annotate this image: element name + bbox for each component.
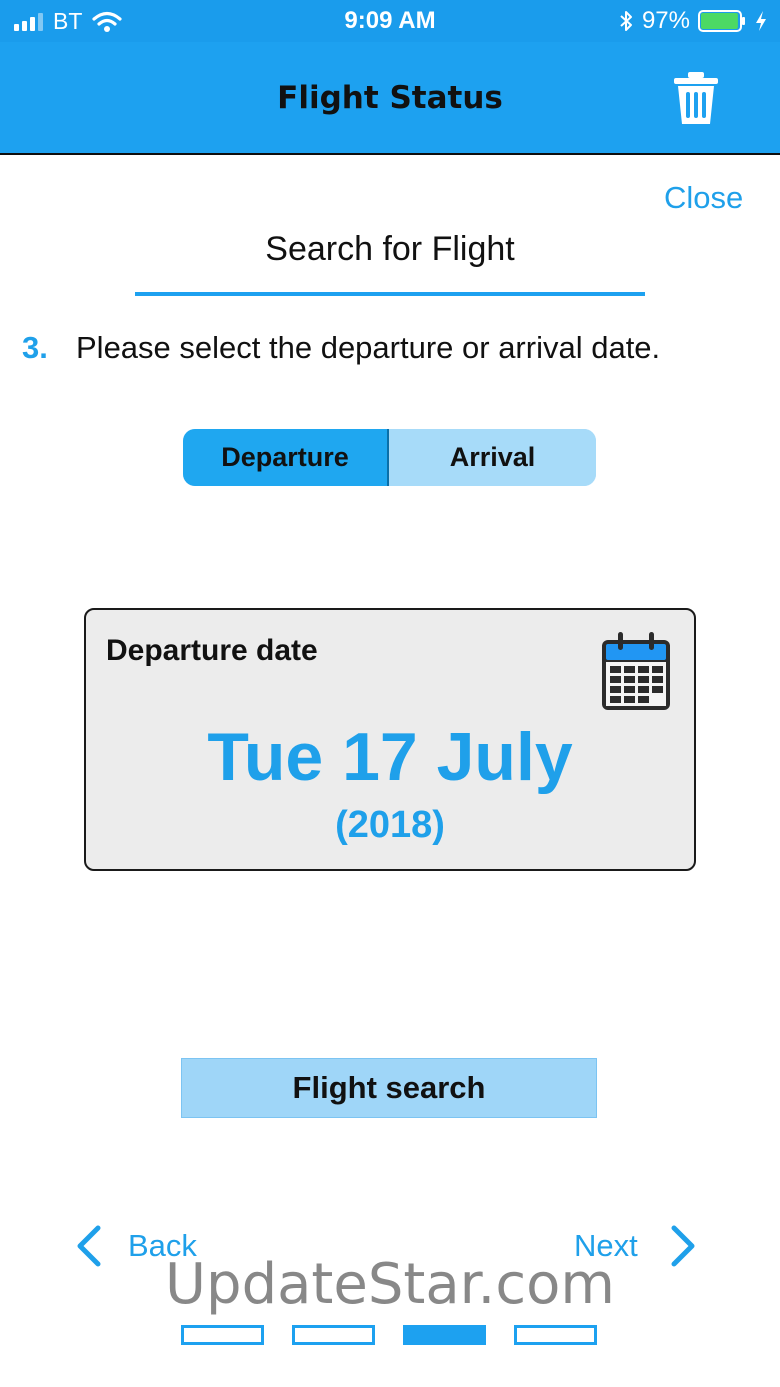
trash-icon[interactable] — [672, 70, 720, 126]
segment-arrival[interactable]: Arrival — [389, 429, 596, 486]
calendar-icon[interactable] — [600, 632, 672, 712]
next-label: Next — [574, 1228, 638, 1263]
page-indicator — [181, 1325, 597, 1345]
departure-date-picker[interactable]: Departure date Tue 17 July (2018) — [84, 608, 696, 871]
selected-year: (2018) — [335, 804, 445, 846]
segment-departure[interactable]: Departure — [183, 429, 389, 486]
date-card-label: Departure date — [106, 634, 318, 667]
battery-percent: 97% — [641, 7, 690, 34]
battery-icon — [698, 10, 745, 32]
page-title: Flight Status — [277, 80, 503, 116]
title-underline — [135, 292, 645, 296]
close-button[interactable]: Close — [664, 180, 743, 216]
back-label: Back — [128, 1228, 197, 1263]
section-title: Search for Flight — [265, 230, 515, 268]
selected-date: Tue 17 July — [207, 719, 573, 795]
status-bar-right: 97% — [618, 7, 768, 35]
date-type-segmented-control: Departure Arrival — [183, 429, 596, 486]
step-instruction: 3. Please select the departure or arrival… — [22, 330, 660, 366]
page-indicator-dot — [514, 1325, 597, 1345]
chevron-right-icon — [671, 1225, 695, 1267]
step-text: Please select the departure or arrival d… — [76, 330, 661, 365]
page-indicator-dot — [181, 1325, 264, 1345]
page-indicator-dot — [403, 1325, 486, 1345]
chevron-left-icon — [77, 1225, 101, 1267]
next-button[interactable]: Next — [574, 1224, 698, 1268]
bluetooth-icon — [620, 11, 632, 31]
step-number: 3. — [22, 330, 48, 365]
flight-status-screen: BT 9:09 AM 97% Flight Status Close Searc… — [0, 0, 780, 1387]
page-indicator-dot — [292, 1325, 375, 1345]
navigation-bar: Flight Status — [0, 42, 780, 155]
flight-search-button[interactable]: Flight search — [181, 1058, 597, 1118]
back-button[interactable]: Back — [74, 1224, 197, 1268]
charging-bolt-icon — [756, 11, 766, 31]
status-bar: BT 9:09 AM 97% — [0, 0, 780, 42]
